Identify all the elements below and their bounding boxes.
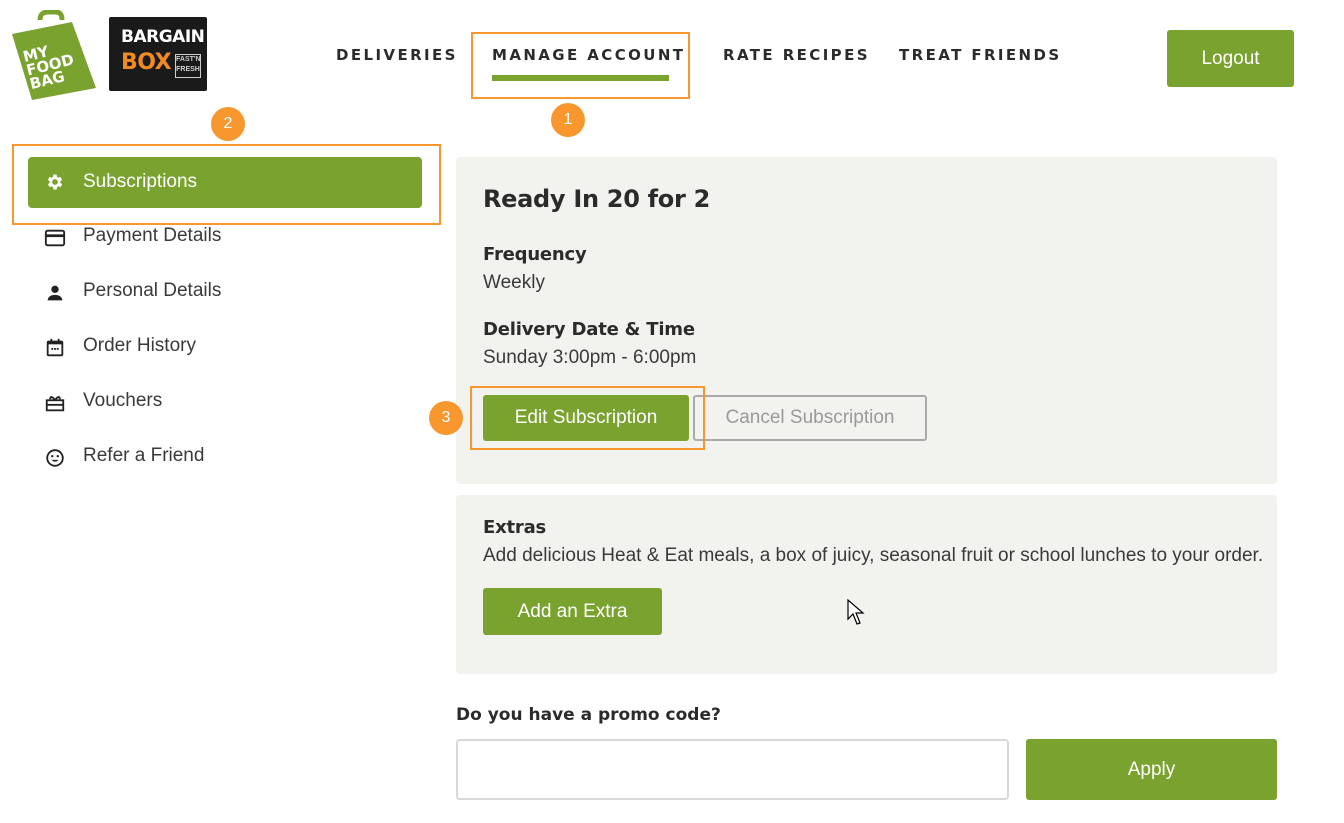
logout-button[interactable]: Logout	[1167, 30, 1294, 87]
annotation-box-3	[470, 386, 705, 450]
gift-icon	[45, 396, 65, 412]
gear-icon	[47, 174, 63, 190]
sidebar-item-payment-details[interactable]: Payment Details	[44, 223, 424, 253]
sidebar-item-personal-details[interactable]: Personal Details	[44, 278, 424, 308]
nav-deliveries[interactable]: DELIVERIES	[336, 46, 458, 64]
delivery-label: Delivery Date & Time	[483, 319, 695, 340]
annotation-badge-1: 1	[551, 103, 585, 137]
sidebar-item-order-history[interactable]: Order History	[44, 333, 424, 363]
smiley-icon	[46, 449, 64, 467]
sidebar-item-label: Order History	[83, 335, 196, 356]
extras-title: Extras	[483, 517, 547, 538]
person-icon	[47, 285, 63, 301]
add-extra-button[interactable]: Add an Extra	[483, 588, 662, 635]
mouse-cursor-icon	[847, 599, 865, 625]
sidebar-item-label: Subscriptions	[83, 171, 198, 192]
bargain-box-logo[interactable]: BARGAIN BOX FAST'N FRESH	[109, 17, 207, 91]
promo-code-label: Do you have a promo code?	[456, 705, 721, 725]
apply-promo-button[interactable]: Apply	[1026, 739, 1277, 800]
sidebar-item-refer-a-friend[interactable]: Refer a Friend	[44, 443, 424, 473]
tagline-2: FRESH	[176, 66, 200, 73]
bargain-box-text-2: BOX	[121, 50, 172, 75]
bargain-box-tagline: FAST'N FRESH	[175, 54, 201, 78]
sidebar-item-label: Personal Details	[83, 280, 222, 301]
annotation-box-1	[471, 32, 690, 99]
my-food-bag-logo[interactable]: MY FOOD BAG	[10, 9, 102, 102]
sidebar-item-vouchers[interactable]: Vouchers	[44, 388, 424, 418]
nav-treat-friends[interactable]: TREAT FRIENDS	[899, 46, 1062, 64]
extras-card: Extras Add delicious Heat & Eat meals, a…	[456, 495, 1277, 674]
frequency-value: Weekly	[483, 272, 545, 293]
sidebar-item-label: Refer a Friend	[83, 445, 205, 466]
sidebar-item-label: Vouchers	[83, 390, 163, 411]
tagline-1: FAST'N	[176, 56, 201, 63]
sidebar-item-subscriptions[interactable]: Subscriptions	[28, 157, 422, 208]
subscription-title: Ready In 20 for 2	[483, 185, 710, 213]
delivery-value: Sunday 3:00pm - 6:00pm	[483, 347, 697, 368]
promo-code-input[interactable]	[456, 739, 1009, 800]
credit-card-icon	[44, 229, 66, 247]
nav-rate-recipes[interactable]: RATE RECIPES	[723, 46, 870, 64]
bargain-box-text-1: BARGAIN	[121, 27, 205, 47]
cancel-subscription-button[interactable]: Cancel Subscription	[693, 395, 927, 441]
annotation-badge-2: 2	[211, 107, 245, 141]
extras-description: Add delicious Heat & Eat meals, a box of…	[483, 545, 1264, 566]
sidebar-item-label: Payment Details	[83, 225, 222, 246]
calendar-icon	[46, 338, 64, 357]
frequency-label: Frequency	[483, 244, 587, 265]
annotation-badge-3: 3	[429, 401, 463, 435]
